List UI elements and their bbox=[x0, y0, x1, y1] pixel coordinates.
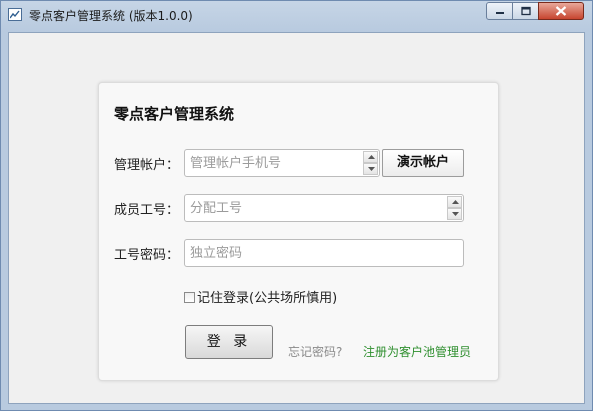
member-id-label: 成员工号： bbox=[114, 203, 180, 218]
remember-login[interactable]: 记住登录(公共场所慎用) bbox=[184, 287, 337, 306]
login-panel: 零点客户管理系统 管理帐户： 演示帐户 成员工号： bbox=[98, 82, 499, 381]
account-label: 管理帐户： bbox=[114, 158, 180, 173]
spin-up-button[interactable] bbox=[447, 196, 462, 208]
triangle-up-icon bbox=[452, 200, 459, 204]
close-button[interactable] bbox=[538, 2, 584, 20]
app-window: 零点客户管理系统 (版本1.0.0) 零点客户管理系统 管理帐户： 管理帐户手机… bbox=[0, 0, 593, 411]
title-bar[interactable]: 零点客户管理系统 (版本1.0.0) bbox=[1, 1, 592, 32]
login-heading: 零点客户管理系统 bbox=[114, 105, 235, 123]
window-title: 零点客户管理系统 (版本1.0.0) bbox=[29, 9, 193, 23]
demo-account-button[interactable]: 演示帐户 bbox=[382, 149, 464, 177]
close-icon bbox=[555, 6, 567, 16]
account-input[interactable] bbox=[185, 150, 379, 176]
window-client-area: 零点客户管理系统 管理帐户： 演示帐户 成员工号： bbox=[8, 32, 585, 404]
remember-checkbox[interactable] bbox=[184, 292, 195, 303]
remember-label: 记住登录(公共场所慎用) bbox=[197, 291, 338, 306]
triangle-down-icon bbox=[368, 167, 375, 171]
login-button[interactable]: 登 录 bbox=[185, 325, 273, 359]
triangle-up-icon bbox=[368, 155, 375, 159]
maximize-icon bbox=[520, 6, 531, 16]
member-id-input[interactable] bbox=[185, 195, 463, 221]
spin-up-button[interactable] bbox=[363, 151, 378, 163]
forgot-password-link[interactable]: 忘记密码? bbox=[288, 343, 342, 360]
triangle-down-icon bbox=[452, 212, 459, 216]
minimize-button[interactable] bbox=[486, 2, 513, 20]
minimize-icon bbox=[495, 12, 504, 14]
register-admin-link[interactable]: 注册为客户池管理员 bbox=[363, 343, 471, 360]
account-field bbox=[184, 149, 380, 177]
maximize-button[interactable] bbox=[512, 2, 539, 20]
member-id-spinner bbox=[447, 196, 462, 220]
chart-line-icon bbox=[8, 8, 22, 21]
password-input[interactable] bbox=[185, 240, 463, 266]
account-spinner bbox=[363, 151, 378, 175]
member-id-field bbox=[184, 194, 464, 222]
password-label: 工号密码： bbox=[114, 248, 180, 263]
spin-down-button[interactable] bbox=[363, 163, 378, 175]
password-field bbox=[184, 239, 464, 267]
spin-down-button[interactable] bbox=[447, 208, 462, 220]
